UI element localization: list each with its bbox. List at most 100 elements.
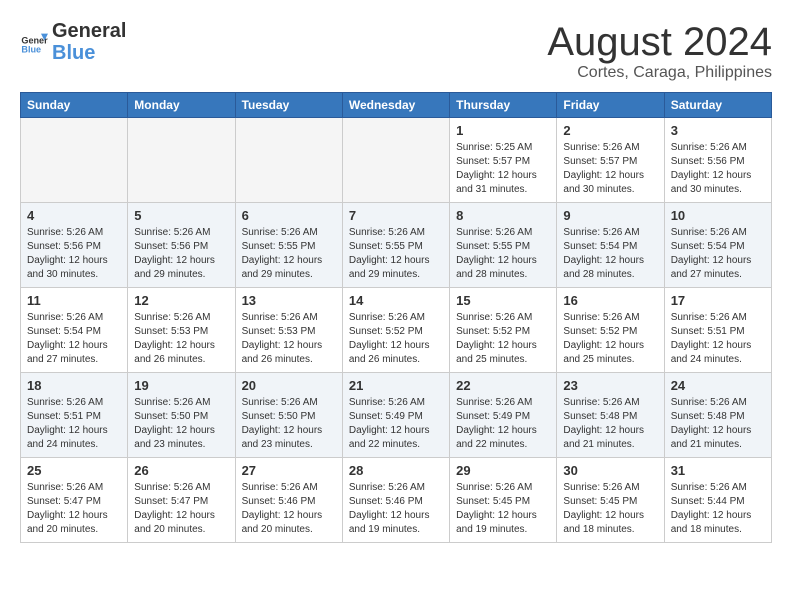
calendar-empty-cell [21, 118, 128, 203]
calendar-week-row: 25 Sunrise: 5:26 AM Sunset: 5:47 PM Dayli… [21, 458, 772, 543]
calendar-day-cell: 17Sunrise: 5:26 AM Sunset: 5:51 PM Dayli… [664, 288, 771, 373]
calendar-day-cell: 20 Sunrise: 5:26 AM Sunset: 5:50 PM Dayli… [235, 373, 342, 458]
weekday-header-thursday: Thursday [450, 93, 557, 118]
calendar-day-cell: 25 Sunrise: 5:26 AM Sunset: 5:47 PM Dayli… [21, 458, 128, 543]
calendar-week-row: 18 Sunrise: 5:26 AM Sunset: 5:51 PM Dayli… [21, 373, 772, 458]
location-subtitle: Cortes, Caraga, Philippines [547, 64, 772, 82]
day-number: 22 [456, 378, 550, 393]
page-header: General Blue General Blue August 2024 Co… [20, 20, 772, 82]
day-info: Sunrise: 5:26 AM Sunset: 5:48 PM Dayligh… [563, 396, 657, 452]
day-number: 3 [671, 123, 765, 138]
day-info: Sunrise: 5:26 AM Sunset: 5:45 PM Dayligh… [563, 481, 657, 537]
day-number: 19 [134, 378, 228, 393]
day-info: Sunrise: 5:26 AM Sunset: 5:47 PM Dayligh… [134, 481, 228, 537]
day-number: 4 [27, 208, 121, 223]
day-info: Sunrise: 5:26 AM Sunset: 5:47 PM Dayligh… [27, 481, 121, 537]
calendar-week-row: 11Sunrise: 5:26 AM Sunset: 5:54 PM Dayli… [21, 288, 772, 373]
day-number: 31 [671, 463, 765, 478]
day-info: Sunrise: 5:26 AM Sunset: 5:55 PM Dayligh… [242, 226, 336, 282]
calendar-day-cell: 29Sunrise: 5:26 AM Sunset: 5:45 PM Dayli… [450, 458, 557, 543]
calendar-day-cell: 4 Sunrise: 5:26 AM Sunset: 5:56 PM Daylig… [21, 203, 128, 288]
calendar-day-cell: 2 Sunrise: 5:26 AM Sunset: 5:57 PM Daylig… [557, 118, 664, 203]
day-info: Sunrise: 5:26 AM Sunset: 5:53 PM Dayligh… [242, 311, 336, 367]
day-number: 26 [134, 463, 228, 478]
weekday-header-monday: Monday [128, 93, 235, 118]
calendar-day-cell: 31 Sunrise: 5:26 AM Sunset: 5:44 PM Dayli… [664, 458, 771, 543]
day-number: 10 [671, 208, 765, 223]
day-info: Sunrise: 5:26 AM Sunset: 5:49 PM Dayligh… [456, 396, 550, 452]
calendar-week-row: 4 Sunrise: 5:26 AM Sunset: 5:56 PM Daylig… [21, 203, 772, 288]
day-number: 15 [456, 293, 550, 308]
weekday-header-wednesday: Wednesday [342, 93, 449, 118]
calendar-day-cell: 14Sunrise: 5:26 AM Sunset: 5:52 PM Dayli… [342, 288, 449, 373]
calendar-day-cell: 28 Sunrise: 5:26 AM Sunset: 5:46 PM Dayli… [342, 458, 449, 543]
day-info: Sunrise: 5:26 AM Sunset: 5:56 PM Dayligh… [134, 226, 228, 282]
day-info: Sunrise: 5:25 AM Sunset: 5:57 PM Dayligh… [456, 141, 550, 197]
day-number: 28 [349, 463, 443, 478]
day-info: Sunrise: 5:26 AM Sunset: 5:50 PM Dayligh… [134, 396, 228, 452]
calendar-day-cell: 19 Sunrise: 5:26 AM Sunset: 5:50 PM Dayli… [128, 373, 235, 458]
day-info: Sunrise: 5:26 AM Sunset: 5:48 PM Dayligh… [671, 396, 765, 452]
day-info: Sunrise: 5:26 AM Sunset: 5:55 PM Dayligh… [349, 226, 443, 282]
day-info: Sunrise: 5:26 AM Sunset: 5:49 PM Dayligh… [349, 396, 443, 452]
month-year-title: August 2024 [547, 20, 772, 64]
day-info: Sunrise: 5:26 AM Sunset: 5:46 PM Dayligh… [242, 481, 336, 537]
calendar-day-cell: 1 Sunrise: 5:25 AM Sunset: 5:57 PM Daylig… [450, 118, 557, 203]
day-info: Sunrise: 5:26 AM Sunset: 5:46 PM Dayligh… [349, 481, 443, 537]
calendar-day-cell: 18 Sunrise: 5:26 AM Sunset: 5:51 PM Dayli… [21, 373, 128, 458]
calendar-day-cell: 10Sunrise: 5:26 AM Sunset: 5:54 PM Dayli… [664, 203, 771, 288]
calendar-day-cell: 21Sunrise: 5:26 AM Sunset: 5:49 PM Dayli… [342, 373, 449, 458]
day-info: Sunrise: 5:26 AM Sunset: 5:45 PM Dayligh… [456, 481, 550, 537]
day-number: 6 [242, 208, 336, 223]
day-info: Sunrise: 5:26 AM Sunset: 5:52 PM Dayligh… [456, 311, 550, 367]
day-number: 18 [27, 378, 121, 393]
calendar-day-cell: 13Sunrise: 5:26 AM Sunset: 5:53 PM Dayli… [235, 288, 342, 373]
day-number: 30 [563, 463, 657, 478]
weekday-header-saturday: Saturday [664, 93, 771, 118]
day-number: 1 [456, 123, 550, 138]
day-number: 20 [242, 378, 336, 393]
day-info: Sunrise: 5:26 AM Sunset: 5:57 PM Dayligh… [563, 141, 657, 197]
calendar-table: SundayMondayTuesdayWednesdayThursdayFrid… [20, 92, 772, 543]
day-info: Sunrise: 5:26 AM Sunset: 5:51 PM Dayligh… [671, 311, 765, 367]
calendar-empty-cell [128, 118, 235, 203]
day-number: 7 [349, 208, 443, 223]
calendar-day-cell: 23 Sunrise: 5:26 AM Sunset: 5:48 PM Dayli… [557, 373, 664, 458]
calendar-day-cell: 15 Sunrise: 5:26 AM Sunset: 5:52 PM Dayli… [450, 288, 557, 373]
calendar-week-row: 1 Sunrise: 5:25 AM Sunset: 5:57 PM Daylig… [21, 118, 772, 203]
day-info: Sunrise: 5:26 AM Sunset: 5:54 PM Dayligh… [27, 311, 121, 367]
day-number: 16 [563, 293, 657, 308]
day-info: Sunrise: 5:26 AM Sunset: 5:51 PM Dayligh… [27, 396, 121, 452]
weekday-header-row: SundayMondayTuesdayWednesdayThursdayFrid… [21, 93, 772, 118]
calendar-day-cell: 16Sunrise: 5:26 AM Sunset: 5:52 PM Dayli… [557, 288, 664, 373]
weekday-header-sunday: Sunday [21, 93, 128, 118]
day-number: 2 [563, 123, 657, 138]
day-info: Sunrise: 5:26 AM Sunset: 5:55 PM Dayligh… [456, 226, 550, 282]
title-block: August 2024 Cortes, Caraga, Philippines [547, 20, 772, 82]
day-info: Sunrise: 5:26 AM Sunset: 5:50 PM Dayligh… [242, 396, 336, 452]
day-info: Sunrise: 5:26 AM Sunset: 5:44 PM Dayligh… [671, 481, 765, 537]
calendar-day-cell: 9Sunrise: 5:26 AM Sunset: 5:54 PM Daylig… [557, 203, 664, 288]
logo-icon: General Blue [20, 28, 48, 56]
calendar-empty-cell [342, 118, 449, 203]
logo-text: General Blue [52, 20, 126, 64]
logo: General Blue General Blue [20, 20, 126, 64]
day-info: Sunrise: 5:26 AM Sunset: 5:56 PM Dayligh… [27, 226, 121, 282]
day-info: Sunrise: 5:26 AM Sunset: 5:54 PM Dayligh… [563, 226, 657, 282]
day-number: 27 [242, 463, 336, 478]
calendar-day-cell: 11Sunrise: 5:26 AM Sunset: 5:54 PM Dayli… [21, 288, 128, 373]
calendar-day-cell: 12Sunrise: 5:26 AM Sunset: 5:53 PM Dayli… [128, 288, 235, 373]
calendar-day-cell: 6 Sunrise: 5:26 AM Sunset: 5:55 PM Daylig… [235, 203, 342, 288]
calendar-day-cell: 8 Sunrise: 5:26 AM Sunset: 5:55 PM Daylig… [450, 203, 557, 288]
weekday-header-friday: Friday [557, 93, 664, 118]
calendar-empty-cell [235, 118, 342, 203]
day-number: 8 [456, 208, 550, 223]
calendar-day-cell: 22 Sunrise: 5:26 AM Sunset: 5:49 PM Dayli… [450, 373, 557, 458]
calendar-day-cell: 26 Sunrise: 5:26 AM Sunset: 5:47 PM Dayli… [128, 458, 235, 543]
calendar-day-cell: 27 Sunrise: 5:26 AM Sunset: 5:46 PM Dayli… [235, 458, 342, 543]
day-number: 25 [27, 463, 121, 478]
calendar-day-cell: 5Sunrise: 5:26 AM Sunset: 5:56 PM Daylig… [128, 203, 235, 288]
day-number: 24 [671, 378, 765, 393]
day-number: 23 [563, 378, 657, 393]
calendar-day-cell: 7 Sunrise: 5:26 AM Sunset: 5:55 PM Daylig… [342, 203, 449, 288]
